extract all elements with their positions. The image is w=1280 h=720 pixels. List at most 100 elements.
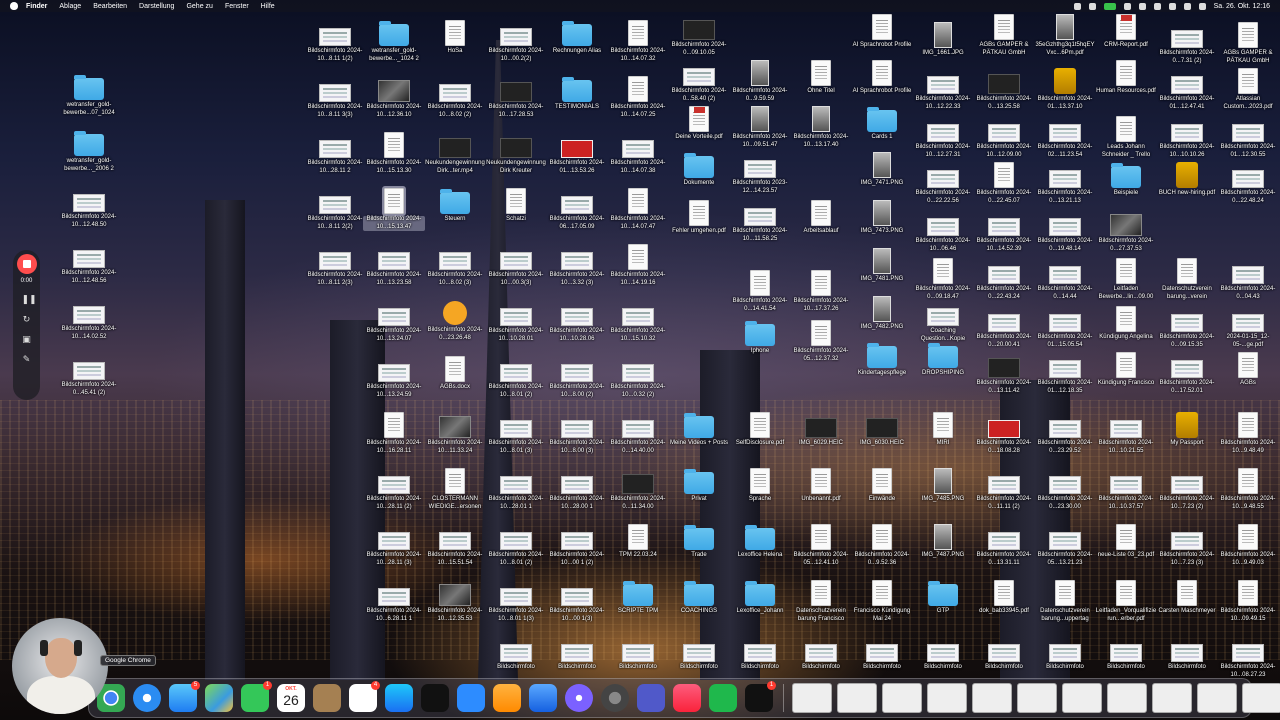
desktop-icon[interactable]: Bildschirmfoto 2024-10...8.01 1(3) (485, 580, 547, 636)
minimized-window[interactable] (1152, 683, 1192, 713)
desktop-icon[interactable]: Bildschirmfoto 2024-0...23.30.00 (1034, 468, 1096, 524)
desktop-icon[interactable]: Bildschirmfoto 2024-10...14.07.32 (607, 20, 669, 76)
desktop-icon[interactable]: Bildschirmfoto 2024-0...11.11 (2) (973, 468, 1035, 524)
mail-icon[interactable]: 5 (169, 681, 200, 712)
wifi-icon[interactable] (1168, 2, 1176, 10)
desktop-icon[interactable]: Bildschirmfoto 2024-0...23.26.48 (424, 300, 486, 356)
desktop-icon[interactable]: Kündigung Francisco (1095, 352, 1157, 408)
desktop-icon[interactable]: SCRIPTE TPM (607, 580, 669, 636)
camera-active-icon[interactable] (1103, 2, 1116, 10)
desktop-icon[interactable]: Privat (668, 468, 730, 524)
desktop-icon[interactable]: IMG_7487.PNG (912, 524, 974, 580)
desktop-icon[interactable]: BUCH new-hiring.pdf (1156, 162, 1218, 218)
desktop-icon[interactable]: Bildschirmfoto 2024-0...23.29.52 (1034, 412, 1096, 468)
zoom-icon[interactable] (457, 684, 485, 712)
desktop-icon[interactable]: Bildschirmfoto 2024-10...28.11 (3) (363, 524, 425, 580)
desktop-icon[interactable]: Bildschirmfoto 2024-10...17.37.26 (790, 270, 852, 326)
desktop-icon[interactable]: Fehler umgehen.pdf (668, 200, 730, 256)
desktop-icon[interactable]: Bildschirmfoto 2024-10...8.11 1(2) (304, 20, 366, 76)
desktop-icon[interactable]: Bildschirmfoto 2024-10...15.13.30 (363, 132, 425, 188)
desktop-icon[interactable]: Bildschirmfoto 2024-0...13.11.42 (973, 352, 1035, 408)
menu-fenster[interactable]: Fenster (225, 3, 249, 10)
desktop-icon[interactable]: Human Resources.pdf (1095, 60, 1157, 116)
restart-icon[interactable]: ↻ (22, 314, 32, 324)
minimized-window[interactable] (1017, 683, 1057, 713)
desktop-icon[interactable]: Lexoffice Helena (729, 524, 791, 580)
desktop-icon[interactable]: Francisco Kündigung Mai 24 (851, 580, 913, 636)
desktop-icon[interactable]: GTP (912, 580, 974, 636)
desktop-icon[interactable]: Bildschirmfoto 2024-10...8.01 (2) (485, 524, 547, 580)
desktop-icon[interactable]: IMG_6030.HEIC (851, 412, 913, 468)
desktop-icon[interactable]: Bildschirmfoto 2024-10...28.11 2 (304, 132, 366, 188)
desktop-icon[interactable]: Bildschirmfoto 2024-10...8.11 2(3) (304, 244, 366, 300)
control-center-icon[interactable] (1198, 2, 1206, 10)
minimized-window[interactable] (1242, 683, 1280, 713)
capcut-icon[interactable] (421, 684, 449, 712)
numbers-icon[interactable] (709, 684, 737, 712)
desktop-icon[interactable]: Bildschirmfoto 2024-0...14.41.54 (729, 270, 791, 326)
desktop-icon[interactable]: Datenschutzverein barung Francisco (790, 580, 852, 636)
desktop-icon[interactable]: Iphone (729, 320, 791, 376)
menu-hilfe[interactable]: Hilfe (261, 3, 275, 10)
menu-gehe-zu[interactable]: Gehe zu (186, 3, 212, 10)
desktop-icon[interactable]: Sprache (729, 468, 791, 524)
status-icon[interactable] (1138, 2, 1146, 10)
desktop-icon[interactable]: Bildschirmfoto 2024-10...00.2(2) (485, 20, 547, 76)
desktop-icon[interactable]: Bildschirmfoto 2024-10...13.24.07 (363, 300, 425, 356)
desktop-icon[interactable]: Neukundengewinnung Dirk Kreuter (485, 132, 547, 188)
desktop-icon[interactable]: Trade (668, 524, 730, 580)
desktop-icon[interactable]: Unbenannt.pdf (790, 468, 852, 524)
desktop-icon[interactable]: Bildschirmfoto 2024-0...11.34.00 (607, 468, 669, 524)
desktop-icon[interactable]: Carsten Maschmeyer (1156, 580, 1218, 636)
desktop-icon[interactable]: Bildschirmfoto 2024-10...8.00 (2) (546, 356, 608, 412)
desktop-icon[interactable]: Bildschirmfoto 2024-10...12.48.56 (58, 242, 120, 298)
desktop-icon[interactable]: SelfDisclosure.pdf (729, 412, 791, 468)
desktop-icon[interactable]: Bildschirmfoto 2024-0...18.08.28 (973, 412, 1035, 468)
minimized-window[interactable] (972, 683, 1012, 713)
menu-ablage[interactable]: Ablage (59, 3, 81, 10)
desktop-icon[interactable]: My Passport (1156, 412, 1218, 468)
desktop-icon[interactable]: Bildschirmfoto 2024-0...17.52.01 (1156, 352, 1218, 408)
desktop-icon[interactable]: Bildschirmfoto 2024-06...17.05.09 (546, 188, 608, 244)
maps-icon[interactable] (205, 684, 233, 712)
minimized-window[interactable] (927, 683, 967, 713)
desktop-icon[interactable]: Bildschirmfoto 2024-10...14.02.52 (58, 298, 120, 354)
app-store-icon[interactable] (385, 684, 413, 712)
desktop-icon[interactable]: Bildschirmfoto 2024-10...00 1 (2) (546, 524, 608, 580)
minimized-window[interactable] (1197, 683, 1237, 713)
desktop-icon[interactable]: IMG_6029.HEIC (790, 412, 852, 468)
desktop-icon[interactable]: Bildschirmfoto 2024-05...12.41.10 (790, 524, 852, 580)
battery-icon[interactable] (1153, 2, 1161, 10)
desktop-icon[interactable]: Bildschirmfoto 2024-10...9.49.03 (1217, 524, 1279, 580)
search-icon[interactable] (1183, 2, 1191, 10)
desktop-icon[interactable]: Bildschirmfoto 2024-10...8.02 (2) (424, 76, 486, 132)
desktop-icon[interactable]: Bildschirmfoto 2024-10...8.00 (3) (546, 412, 608, 468)
desktop-icon[interactable]: Bildschirmfoto 2024-10...15.10.32 (607, 300, 669, 356)
desktop-icon[interactable]: Bildschirmfoto 2024-10...17.28.53 (485, 76, 547, 132)
desktop-icon[interactable]: COACHINGS (668, 580, 730, 636)
desktop-icon[interactable]: TESTIMONIALS (546, 76, 608, 132)
desktop-icon[interactable]: Bildschirmfoto 2024-10...7.23 (3) (1156, 524, 1218, 580)
teams-icon[interactable] (637, 684, 665, 712)
desktop-icon[interactable]: Bildschirmfoto 2024-10...10.21.55 (1095, 412, 1157, 468)
system-settings-icon[interactable] (601, 684, 629, 712)
desktop-icon[interactable]: Bildschirmfoto 2024-05...13.21.23 (1034, 524, 1096, 580)
trash-icon[interactable]: ▣ (22, 334, 32, 344)
desktop-icon[interactable]: HoSa (424, 20, 486, 76)
desktop-icon[interactable]: Bildschirmfoto 2024-10...8.01 (2) (485, 356, 547, 412)
desktop-icon[interactable]: Bildschirmfoto 2024-0...9.52.36 (851, 524, 913, 580)
desktop-icon[interactable]: DROPSHIPING (912, 342, 974, 398)
desktop-icon[interactable]: dok_bab33945.pdf (973, 580, 1035, 636)
desktop-icon[interactable]: CLOSTERMANN WIEDIGE...ersonen (424, 468, 486, 524)
desktop-icon[interactable]: Bildschirmfoto 2024-10...15.13.47 (363, 186, 425, 244)
desktop-icon[interactable]: Bildschirmfoto 2024-01...13.53.26 (546, 132, 608, 188)
draw-icon[interactable]: ✎ (22, 354, 32, 364)
desktop-icon[interactable]: IMG_7485.PNG (912, 468, 974, 524)
desktop-icon[interactable]: Leitfaden_Vorqualifizierun...erber.pdf (1095, 580, 1157, 636)
desktop-icon[interactable]: Einwände (851, 468, 913, 524)
minimized-window[interactable] (1062, 683, 1102, 713)
desktop-icon[interactable]: Neukundengewinnung Dirk...ter.mp4 (424, 132, 486, 188)
desktop-icon[interactable]: Bildschirmfoto 2024-05...12.37.32 (790, 320, 852, 376)
desktop-icon[interactable]: Bildschirmfoto 2024-10...0.32 (2) (607, 356, 669, 412)
desktop-icon[interactable]: Schatzi (485, 188, 547, 244)
